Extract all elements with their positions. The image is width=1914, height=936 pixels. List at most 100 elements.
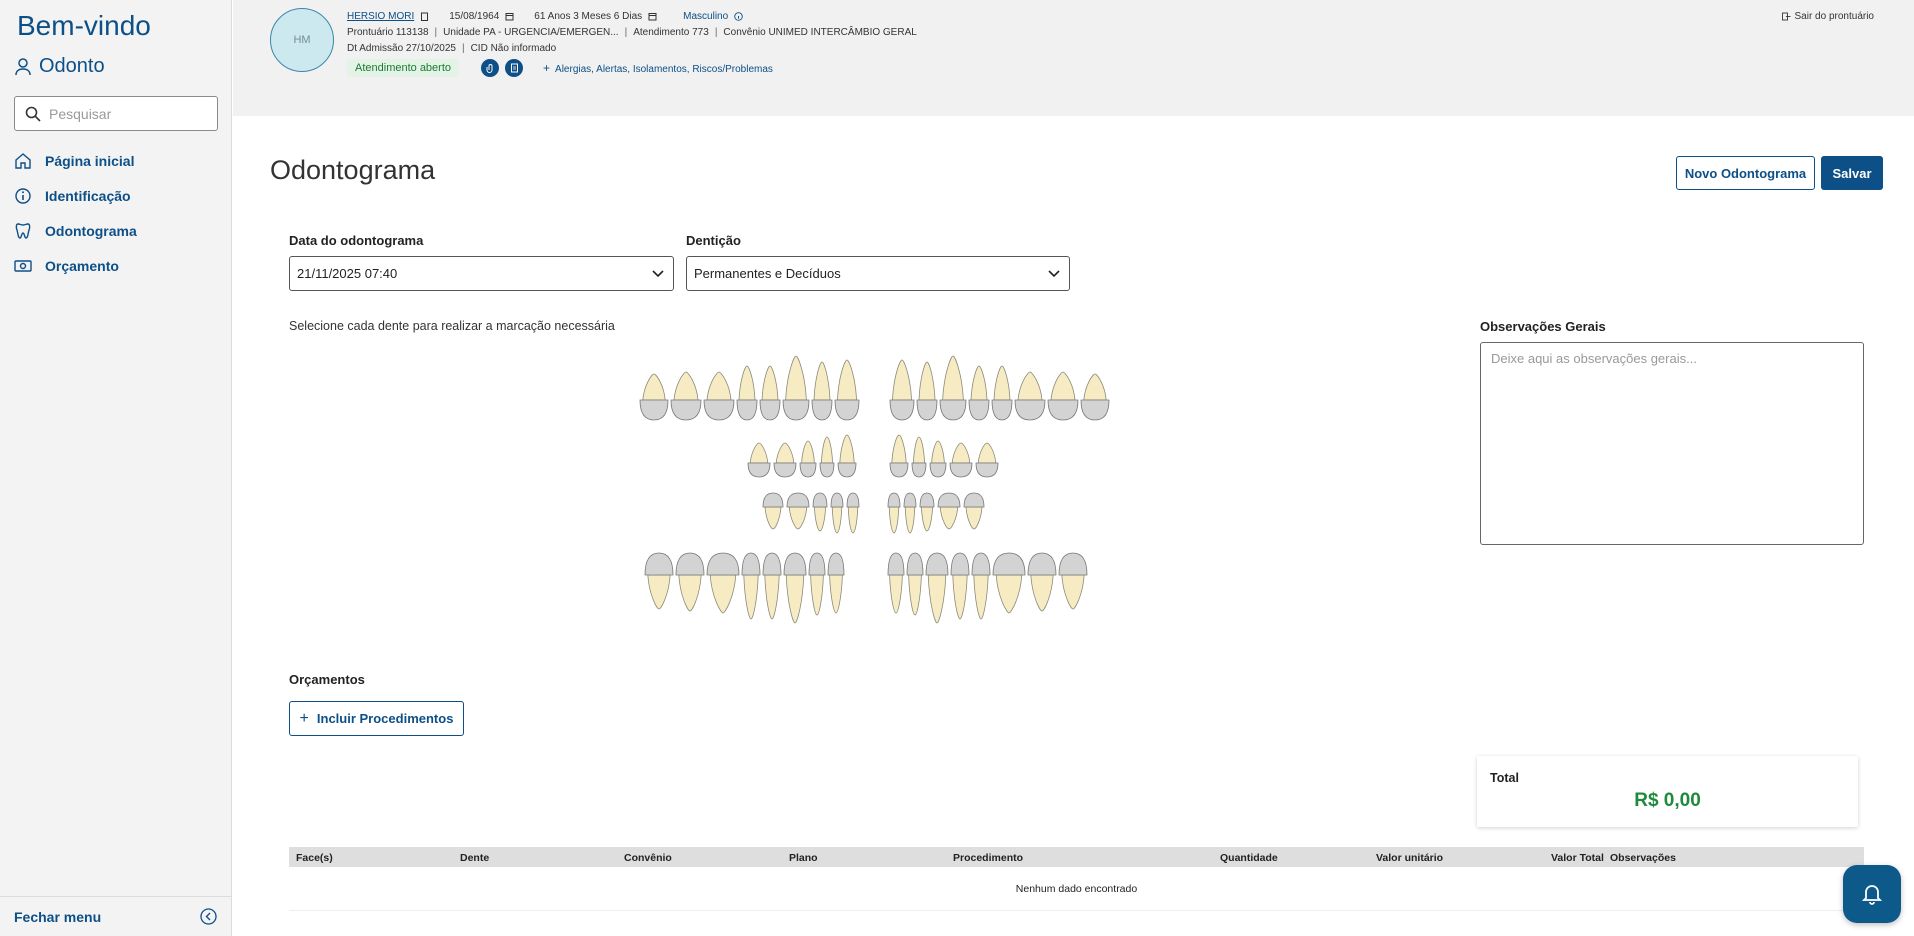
tooth-lower-deciduous[interactable] [786, 492, 810, 530]
close-menu-label: Fechar menu [14, 908, 102, 925]
tooth-lower-permanent[interactable] [992, 552, 1026, 614]
notifications-button[interactable] [1843, 865, 1901, 923]
module-label: Odonto [15, 55, 105, 78]
column-header: Observações [1610, 852, 1676, 864]
date-select[interactable]: 21/11/2025 07:40 [289, 256, 674, 291]
alerts-link[interactable]: + Alergias, Alertas, Isolamentos, Riscos/… [543, 61, 773, 75]
table-header: Face(s) Dente Convênio Plano Procediment… [289, 847, 1864, 867]
tooth-upper-permanent[interactable] [889, 359, 915, 421]
tooth-upper-deciduous[interactable] [799, 440, 817, 478]
tooth-lower-deciduous[interactable] [919, 492, 935, 532]
search-icon [25, 106, 41, 122]
attachment-button[interactable] [481, 59, 500, 77]
sidebar-item-identification[interactable]: Identificação [14, 178, 137, 213]
column-header: Face(s) [296, 852, 333, 864]
tooth-lower-deciduous[interactable] [887, 492, 901, 534]
info-icon[interactable] [734, 12, 743, 21]
patient-line-4: Atendimento aberto + Alergias, Alertas, I… [347, 59, 773, 77]
tooth-upper-permanent[interactable] [1014, 371, 1046, 421]
search-box[interactable] [14, 96, 218, 131]
add-procedures-button[interactable]: + Incluir Procedimentos [289, 701, 464, 736]
chevron-down-icon [652, 269, 664, 277]
tooth-upper-permanent[interactable] [639, 373, 669, 421]
tooth-lower-permanent[interactable] [783, 552, 807, 624]
observations-textarea[interactable] [1480, 342, 1864, 545]
tooth-lower-permanent[interactable] [762, 552, 782, 620]
tooth-lower-permanent[interactable] [741, 552, 761, 620]
exit-icon [1781, 12, 1790, 21]
tooth-lower-permanent[interactable] [906, 552, 924, 616]
tooth-lower-deciduous[interactable] [830, 492, 844, 534]
tooth-upper-permanent[interactable] [736, 365, 758, 421]
sidebar-item-home[interactable]: Página inicial [14, 143, 137, 178]
tooth-upper-deciduous[interactable] [819, 436, 835, 478]
add-procedures-label: Incluir Procedimentos [316, 711, 454, 726]
tooth-lower-permanent[interactable] [644, 552, 674, 610]
user-icon [15, 57, 31, 75]
patient-name-link[interactable]: HERSIO MORI [347, 11, 414, 22]
tooth-lower-deciduous[interactable] [937, 492, 961, 530]
tooth-lower-deciduous[interactable] [903, 492, 917, 534]
tooth-lower-permanent[interactable] [971, 552, 991, 620]
tooth-lower-permanent[interactable] [827, 552, 845, 614]
exit-record-link[interactable]: Sair do prontuário [1781, 11, 1874, 22]
sidebar-item-odontogram[interactable]: Odontograma [14, 213, 137, 248]
money-icon [14, 259, 32, 272]
patient-line-1: HERSIO MORI 15/08/1964 61 Anos 3 Meses 6… [347, 11, 743, 22]
tooth-upper-permanent[interactable] [670, 371, 702, 421]
tooth-lower-permanent[interactable] [1058, 552, 1088, 610]
tooth-upper-deciduous[interactable] [949, 442, 973, 478]
tooth-upper-deciduous[interactable] [929, 440, 947, 478]
tooth-upper-deciduous[interactable] [747, 442, 771, 478]
tooth-lower-permanent[interactable] [808, 552, 826, 616]
tooth-lower-permanent[interactable] [706, 552, 740, 614]
tooth-upper-deciduous[interactable] [837, 434, 857, 478]
total-card: Total R$ 0,00 [1477, 756, 1858, 827]
tooth-lower-deciduous[interactable] [846, 492, 860, 534]
dentition-select[interactable]: Permanentes e Decíduos [686, 256, 1070, 291]
tooth-lower-permanent[interactable] [1027, 552, 1057, 612]
tooth-upper-deciduous[interactable] [889, 434, 909, 478]
tooth-lower-permanent[interactable] [950, 552, 970, 620]
close-menu-button[interactable]: Fechar menu [0, 896, 231, 936]
tooth-upper-permanent[interactable] [811, 361, 833, 421]
tooth-upper-permanent[interactable] [991, 365, 1013, 421]
patient-age: 61 Anos 3 Meses 6 Dias [534, 11, 643, 22]
tooth-lower-deciduous[interactable] [762, 492, 784, 530]
tooth-lower-permanent[interactable] [925, 552, 949, 624]
patient-attendance: Atendimento 773 [633, 27, 709, 38]
sidebar-nav: Página inicial Identificação Odontograma… [14, 143, 137, 283]
tooth-lower-deciduous[interactable] [963, 492, 985, 530]
tooth-lower-permanent[interactable] [887, 552, 905, 614]
plus-icon: + [543, 61, 551, 75]
tooth-lower-deciduous[interactable] [812, 492, 828, 532]
tooth-upper-permanent[interactable] [939, 355, 967, 421]
tooth-upper-permanent[interactable] [782, 355, 810, 421]
selection-hint: Selecione cada dente para realizar a mar… [289, 319, 615, 333]
document-icon [510, 63, 518, 73]
tooth-upper-permanent[interactable] [1047, 371, 1079, 421]
tooth-upper-deciduous[interactable] [975, 442, 999, 478]
new-odontogram-button[interactable]: Novo Odontograma [1676, 156, 1815, 190]
document-button[interactable] [505, 59, 524, 77]
tooth-upper-permanent[interactable] [834, 359, 860, 421]
save-button[interactable]: Salvar [1821, 156, 1883, 190]
copy-icon[interactable] [420, 12, 429, 21]
sidebar-item-budget[interactable]: Orçamento [14, 248, 137, 283]
tooth-upper-permanent[interactable] [1080, 373, 1110, 421]
plus-icon: + [299, 709, 309, 727]
tooth-upper-permanent[interactable] [759, 365, 781, 421]
tooth-lower-permanent[interactable] [675, 552, 705, 612]
date-label: Data do odontograma [289, 233, 424, 248]
sidebar-item-label: Orçamento [45, 257, 119, 274]
tooth-upper-deciduous[interactable] [773, 442, 797, 478]
tooth-upper-deciduous[interactable] [911, 436, 927, 478]
procedures-table: Face(s) Dente Convênio Plano Procediment… [289, 847, 1864, 911]
chevron-down-icon [1048, 269, 1060, 277]
patient-unit: Unidade PA - URGENCIA/EMERGEN... [443, 27, 619, 38]
sidebar-item-label: Identificação [45, 187, 131, 204]
tooth-upper-permanent[interactable] [916, 361, 938, 421]
tooth-upper-permanent[interactable] [703, 371, 735, 421]
search-input[interactable] [49, 105, 199, 122]
tooth-upper-permanent[interactable] [968, 365, 990, 421]
